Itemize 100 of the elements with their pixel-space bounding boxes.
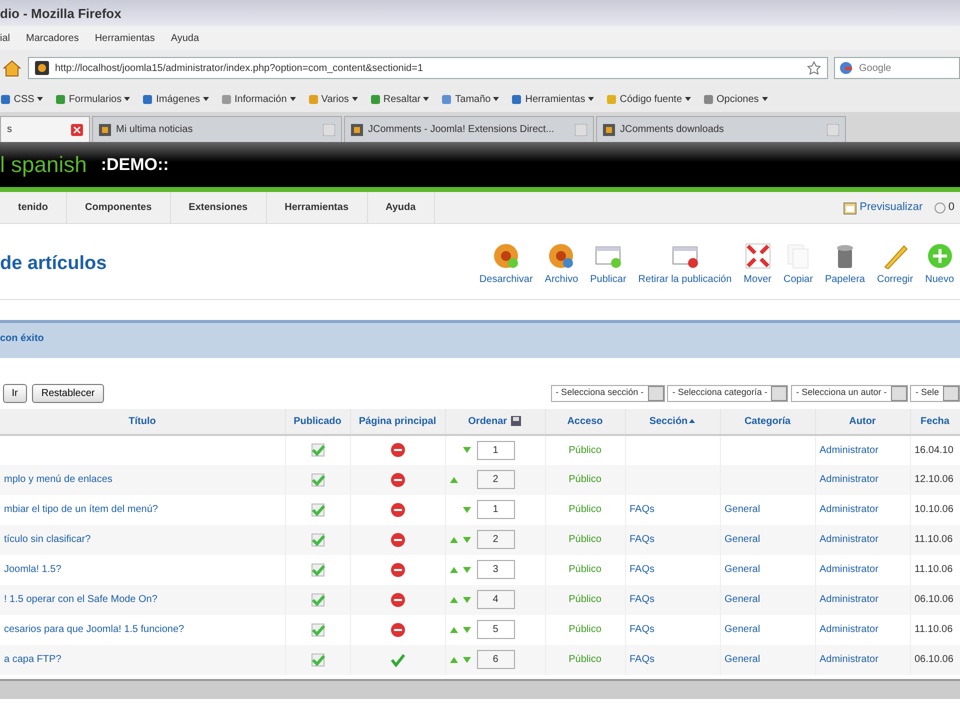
down-arrow-icon[interactable]	[463, 506, 471, 513]
section-link[interactable]: FAQs	[630, 564, 655, 576]
admin-menu-item[interactable]: tenido	[0, 192, 67, 223]
category-link[interactable]: General	[724, 504, 760, 516]
bookmark-button[interactable]: Formularios	[55, 92, 130, 106]
access-link[interactable]: Público	[568, 654, 602, 666]
column-header[interactable]: Ordenar	[468, 416, 508, 427]
no-icon[interactable]	[390, 562, 406, 578]
order-field[interactable]: 5	[476, 620, 514, 640]
up-arrow-icon[interactable]	[450, 596, 458, 603]
published-icon[interactable]	[310, 442, 326, 458]
preview-link[interactable]: Previsualizar	[842, 199, 923, 216]
messages-link[interactable]: 0	[934, 199, 954, 216]
filter-select[interactable]: - Selecciona categoría -	[667, 384, 788, 402]
access-link[interactable]: Público	[568, 534, 602, 546]
bookmark-button[interactable]: Opciones	[702, 92, 768, 106]
column-header[interactable]: Título	[128, 416, 156, 427]
down-arrow-icon[interactable]	[463, 656, 471, 663]
star-icon[interactable]	[807, 61, 821, 75]
no-icon[interactable]	[390, 622, 406, 638]
menu-item[interactable]: Ayuda	[170, 30, 200, 46]
browser-tab[interactable]: s	[0, 116, 90, 142]
menu-item[interactable]: ial	[0, 30, 10, 46]
author-link[interactable]: Administrator	[820, 624, 878, 636]
author-link[interactable]: Administrator	[820, 564, 878, 576]
no-icon[interactable]	[390, 502, 406, 518]
order-field[interactable]: 2	[476, 470, 514, 490]
bookmark-button[interactable]: Resaltar	[370, 92, 430, 106]
section-link[interactable]: FAQs	[630, 654, 655, 666]
up-arrow-icon[interactable]	[450, 656, 458, 663]
close-icon[interactable]	[71, 124, 83, 136]
order-field[interactable]: 1	[476, 440, 514, 460]
column-header[interactable]: Autor	[849, 416, 876, 427]
author-link[interactable]: Administrator	[820, 504, 878, 516]
menu-item[interactable]: Marcadores	[26, 30, 79, 46]
toolbar-button[interactable]: Corregir	[870, 242, 920, 286]
published-icon[interactable]	[310, 562, 326, 578]
down-arrow-icon[interactable]	[463, 596, 471, 603]
author-link[interactable]: Administrator	[820, 444, 878, 456]
published-icon[interactable]	[310, 622, 326, 638]
toolbar-button[interactable]: Nuevo	[919, 242, 960, 286]
toolbar-button[interactable]: Publicar	[584, 242, 632, 286]
no-icon[interactable]	[390, 532, 406, 548]
browser-tab[interactable]: Mi ultima noticias	[92, 116, 342, 142]
address-field[interactable]: http://localhost/joomla15/administrator/index.php?option=com_content&sectionid=1	[28, 57, 828, 79]
order-field[interactable]: 3	[476, 560, 514, 580]
filter-select[interactable]: - Sele	[910, 384, 960, 402]
browser-tab[interactable]: JComments - Joomla! Extensions Direct...	[344, 116, 594, 142]
order-field[interactable]: 6	[476, 650, 514, 670]
bookmark-button[interactable]: Información	[220, 92, 296, 106]
section-link[interactable]: FAQs	[630, 504, 655, 516]
access-link[interactable]: Público	[568, 594, 602, 606]
category-link[interactable]: General	[724, 534, 760, 546]
category-link[interactable]: General	[724, 624, 760, 636]
admin-menu-item[interactable]: Ayuda	[368, 192, 435, 223]
check-icon[interactable]	[390, 652, 406, 668]
save-icon[interactable]	[510, 415, 522, 428]
admin-menu-item[interactable]: Extensiones	[170, 192, 267, 223]
bookmark-button[interactable]: Tamaño	[441, 92, 500, 106]
admin-menu-item[interactable]: Componentes	[67, 192, 171, 223]
filter-button[interactable]: Ir	[2, 384, 27, 402]
browser-tab[interactable]: JComments downloads	[596, 116, 846, 142]
down-arrow-icon[interactable]	[463, 536, 471, 543]
published-icon[interactable]	[310, 472, 326, 488]
down-arrow-icon[interactable]	[463, 566, 471, 573]
section-link[interactable]: FAQs	[630, 594, 655, 606]
home-icon[interactable]	[2, 59, 22, 77]
no-icon[interactable]	[390, 442, 406, 458]
toolbar-button[interactable]: Retirar la publicación	[632, 242, 738, 286]
order-field[interactable]: 1	[476, 500, 514, 520]
bookmark-button[interactable]: Herramientas	[511, 92, 594, 106]
up-arrow-icon[interactable]	[450, 626, 458, 633]
up-arrow-icon[interactable]	[450, 536, 458, 543]
section-link[interactable]: FAQs	[630, 534, 655, 546]
access-link[interactable]: Público	[568, 624, 602, 636]
article-title-link[interactable]: Joomla! 1.5?	[4, 564, 62, 576]
article-title-link[interactable]: a capa FTP?	[4, 654, 62, 666]
menu-item[interactable]: Herramientas	[94, 30, 155, 46]
article-title-link[interactable]: tículo sin clasificar?	[4, 534, 91, 546]
published-icon[interactable]	[310, 652, 326, 668]
filter-select[interactable]: - Selecciona sección -	[550, 384, 665, 402]
admin-menu-item[interactable]: Herramientas	[266, 192, 368, 223]
bookmark-button[interactable]: CSS	[0, 92, 44, 106]
article-title-link[interactable]: mplo y menú de enlaces	[4, 474, 112, 486]
up-arrow-icon[interactable]	[450, 476, 458, 483]
bookmark-button[interactable]: Varios	[308, 92, 358, 106]
search-box[interactable]: Google	[834, 57, 960, 79]
down-arrow-icon[interactable]	[463, 447, 471, 454]
published-icon[interactable]	[310, 502, 326, 518]
column-header[interactable]: Acceso	[567, 416, 603, 427]
toolbar-button[interactable]: Desarchivar	[473, 242, 539, 286]
published-icon[interactable]	[310, 592, 326, 608]
article-title-link[interactable]: mbiar el tipo de un ítem del menú?	[4, 504, 158, 516]
article-title-link[interactable]: cesarios para que Joomla! 1.5 funcione?	[4, 624, 184, 636]
access-link[interactable]: Público	[568, 444, 602, 456]
access-link[interactable]: Público	[568, 504, 602, 516]
no-icon[interactable]	[390, 472, 406, 488]
category-link[interactable]: General	[724, 564, 760, 576]
bookmark-button[interactable]: Imágenes	[142, 92, 209, 106]
access-link[interactable]: Público	[568, 474, 602, 486]
